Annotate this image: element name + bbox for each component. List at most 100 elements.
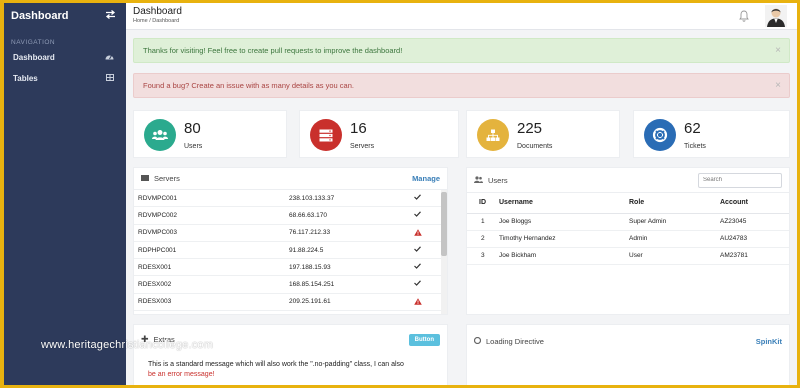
widget-label: Users	[184, 143, 203, 150]
loading-title: Loading Directive	[486, 336, 544, 346]
error-message: be an error message!	[148, 371, 215, 378]
warning-icon	[414, 228, 422, 238]
server-name: RDVMPC001	[138, 194, 178, 202]
widget-tickets: 62 Tickets	[633, 110, 790, 158]
column-header[interactable]: Username	[499, 193, 629, 214]
list-item[interactable]: RDVMPC002 68.66.63.170	[134, 207, 447, 225]
server-ip: 168.85.154.251	[289, 281, 335, 289]
check-icon	[414, 194, 421, 202]
list-item[interactable]: RDESX001 197.188.15.93	[134, 259, 447, 277]
widget-users: 80 Users	[133, 110, 287, 158]
tachometer-icon	[105, 53, 114, 62]
list-item[interactable]: RDESX003 209.25.191.61	[134, 294, 447, 312]
check-icon	[414, 263, 421, 271]
list-item[interactable]: RDPHPC001 91.88.224.5	[134, 242, 447, 260]
table-cell: 2	[467, 230, 499, 248]
check-icon	[414, 246, 421, 254]
table-row[interactable]: 2 Timothy Hernandez Admin AU24783	[467, 230, 789, 248]
server-name: RDVMPC002	[138, 211, 178, 219]
danger-alert: Found a bug? Create an issue with as man…	[133, 73, 790, 98]
column-header[interactable]: ID	[467, 193, 499, 214]
table-row[interactable]: 3 Joe Bickham User AM23781	[467, 247, 789, 265]
table-header-row: ID Username Role Account	[467, 193, 789, 214]
warning-icon	[414, 298, 422, 307]
sidebar: Dashboard NAVIGATION Dashboard Tables	[4, 3, 126, 385]
widget-value: 62	[684, 120, 701, 137]
top-header: Dashboard Home / Dashboard	[126, 3, 797, 30]
table-cell: 1	[467, 213, 499, 231]
table-cell: Admin	[629, 230, 720, 248]
users-title: Users	[488, 175, 508, 185]
table-cell: AU24783	[720, 230, 789, 248]
table-cell: User	[629, 247, 720, 265]
danger-alert-text: Found a bug? Create an issue with as man…	[143, 81, 354, 90]
widget-value: 225	[517, 120, 543, 137]
server-name: RDPHPC001	[138, 246, 177, 254]
table-cell: Joe Bloggs	[499, 213, 629, 231]
toggle-sidebar-icon[interactable]	[105, 9, 116, 22]
table-cell: 3	[467, 247, 499, 265]
bell-icon[interactable]	[739, 9, 749, 27]
scrollbar-thumb[interactable]	[441, 192, 447, 256]
column-header[interactable]: Role	[629, 193, 720, 214]
table-icon	[106, 74, 114, 83]
breadcrumb[interactable]: Home / Dashboard	[133, 18, 179, 24]
widget-label: Tickets	[684, 143, 706, 150]
users-table: ID Username Role Account 1 Joe Bloggs Supe…	[467, 193, 789, 265]
extras-message-text: This is a standard message which will al…	[148, 361, 404, 368]
server-ip: 238.103.133.37	[289, 194, 335, 202]
server-icon	[141, 174, 149, 183]
extras-button[interactable]: Button	[408, 333, 440, 346]
server-ip: 68.66.63.170	[289, 211, 327, 219]
servers-list: RDVMPC001 238.103.133.37 RDVMPC002 68.66.63…	[134, 190, 447, 312]
users-table-body: 1 Joe Bloggs Super Admin AZ23045 2 Timothy He…	[467, 213, 789, 265]
table-cell: AZ23045	[720, 213, 789, 231]
server-ip: 91.88.224.5	[289, 246, 324, 254]
servers-panel-header: Servers Manage	[134, 168, 447, 190]
close-icon[interactable]: ×	[775, 45, 781, 56]
list-item[interactable]: RDESX002 168.85.154.251	[134, 276, 447, 294]
column-header[interactable]: Account	[720, 193, 789, 214]
manage-link[interactable]: Manage	[412, 174, 440, 183]
users-panel: Users ID Username Role Account 1Joe Blog…	[466, 167, 790, 315]
widget-label: Servers	[350, 143, 375, 150]
sitemap-icon	[477, 119, 509, 151]
close-icon[interactable]: ×	[775, 80, 781, 91]
list-item[interactable]: RDVMPC001 238.103.133.37	[134, 190, 447, 208]
server-name: RDESX001	[138, 263, 172, 271]
life-ring-icon	[644, 119, 676, 151]
sidebar-item-dashboard[interactable]: Dashboard	[4, 48, 126, 67]
sidebar-item-label: Tables	[13, 74, 38, 83]
server-name: RDESX002	[138, 281, 172, 289]
widget-servers: 16 Servers	[299, 110, 459, 158]
loading-panel: Loading Directive SpinKit	[466, 324, 790, 385]
watermark: www.heritagechristiancollege.com	[41, 339, 214, 351]
search-input[interactable]	[698, 172, 782, 188]
avatar[interactable]	[765, 5, 787, 27]
table-cell: Joe Bickham	[499, 247, 629, 265]
sidebar-item-label: Dashboard	[13, 53, 55, 62]
spinkit-link[interactable]: SpinKit	[756, 337, 782, 346]
success-alert-text: Thanks for visiting! Feel free to create…	[143, 46, 403, 55]
brand: Dashboard	[4, 3, 126, 29]
widget-documents: 225 Documents	[466, 110, 620, 158]
table-cell: Super Admin	[629, 213, 720, 231]
page-title: Dashboard	[133, 6, 182, 17]
server-ip: 76.117.212.33	[289, 229, 331, 237]
success-alert: Thanks for visiting! Feel free to create…	[133, 38, 790, 63]
server-ip: 197.188.15.93	[289, 263, 331, 271]
sidebar-item-tables[interactable]: Tables	[4, 69, 126, 88]
list-item[interactable]: RDVMPC003 76.117.212.33	[134, 225, 447, 242]
extras-message: This is a standard message which will al…	[134, 354, 447, 380]
widget-value: 80	[184, 120, 201, 137]
table-row[interactable]: 1 Joe Bloggs Super Admin AZ23045	[467, 213, 789, 231]
brand-title[interactable]: Dashboard	[11, 10, 68, 22]
server-name: RDESX003	[138, 298, 172, 306]
servers-title: Servers	[154, 174, 180, 183]
table-cell: AM23781	[720, 247, 789, 265]
widget-label: Documents	[517, 143, 553, 150]
loading-panel-header: Loading Directive SpinKit	[467, 325, 789, 357]
nav-header: NAVIGATION	[11, 39, 56, 46]
table-cell: Timothy Hernandez	[499, 230, 629, 248]
widget-value: 16	[350, 120, 367, 137]
